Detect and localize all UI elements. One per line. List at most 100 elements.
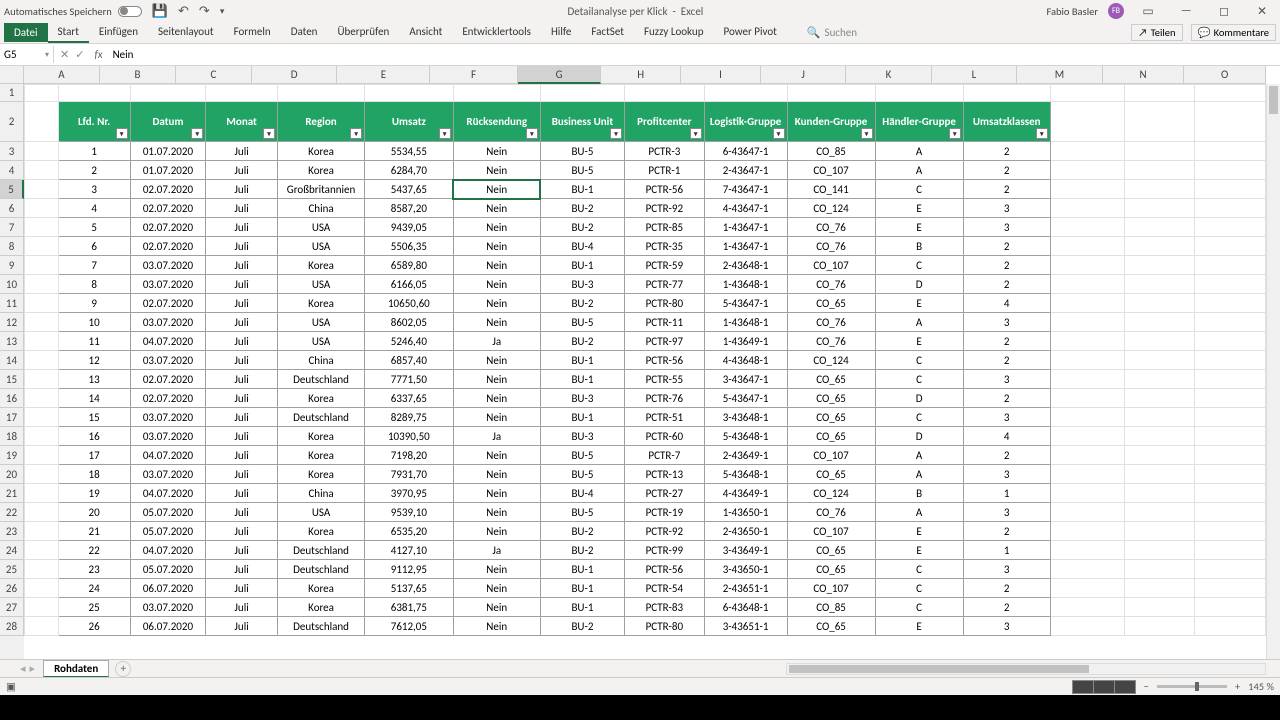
tab-file[interactable]: Datei: [4, 23, 48, 42]
table-cell[interactable]: PCTR-56: [625, 351, 705, 370]
table-cell[interactable]: Juli: [206, 446, 278, 465]
table-cell[interactable]: BU-2: [540, 294, 624, 313]
table-cell[interactable]: 15: [58, 408, 130, 427]
table-cell[interactable]: CO_107: [787, 579, 875, 598]
table-cell[interactable]: CO_65: [787, 541, 875, 560]
table-cell[interactable]: 23: [58, 560, 130, 579]
table-cell[interactable]: 05.07.2020: [130, 522, 206, 541]
table-cell[interactable]: Juli: [206, 427, 278, 446]
table-cell[interactable]: BU-3: [540, 427, 624, 446]
table-cell[interactable]: Nein: [453, 313, 540, 332]
table-cell[interactable]: CO_65: [787, 370, 875, 389]
name-box[interactable]: G5▾: [0, 46, 54, 63]
table-cell[interactable]: PCTR-99: [625, 541, 705, 560]
table-cell[interactable]: 03.07.2020: [130, 598, 206, 617]
tab-einfügen[interactable]: Einfügen: [89, 22, 148, 43]
table-cell[interactable]: 25: [58, 598, 130, 617]
table-cell[interactable]: 4: [58, 199, 130, 218]
table-cell[interactable]: 3-43648-1: [704, 408, 787, 427]
table-cell[interactable]: PCTR-7: [625, 446, 705, 465]
comments-button[interactable]: 💬Kommentare: [1191, 24, 1276, 41]
table-header[interactable]: Händler-Gruppe▾: [875, 102, 963, 142]
toggle-icon[interactable]: [118, 6, 142, 17]
table-cell[interactable]: BU-2: [540, 617, 624, 636]
horizontal-scrollbar[interactable]: [786, 663, 1266, 675]
table-cell[interactable]: 5534,55: [365, 142, 453, 161]
table-cell[interactable]: E: [875, 522, 963, 541]
search-box[interactable]: 🔍 Suchen: [807, 26, 857, 39]
row-header-19[interactable]: 19: [0, 446, 24, 465]
tab-power pivot[interactable]: Power Pivot: [713, 22, 786, 43]
table-cell[interactable]: Juli: [206, 389, 278, 408]
filter-dropdown-icon[interactable]: ▾: [1036, 128, 1048, 139]
row-header-5[interactable]: 5: [0, 180, 24, 199]
table-cell[interactable]: 9439,05: [365, 218, 453, 237]
table-cell[interactable]: Juli: [206, 275, 278, 294]
row-header-24[interactable]: 24: [0, 541, 24, 560]
row-header-17[interactable]: 17: [0, 408, 24, 427]
table-cell[interactable]: 6-43648-1: [704, 598, 787, 617]
table-cell[interactable]: 2: [58, 161, 130, 180]
table-cell[interactable]: 5437,65: [365, 180, 453, 199]
table-cell[interactable]: BU-3: [540, 275, 624, 294]
table-cell[interactable]: Nein: [453, 617, 540, 636]
table-cell[interactable]: 3-43650-1: [704, 560, 787, 579]
table-cell[interactable]: C: [875, 408, 963, 427]
table-header[interactable]: Kunden-Gruppe▾: [787, 102, 875, 142]
zoom-in-icon[interactable]: +: [1235, 680, 1240, 693]
table-cell[interactable]: CO_65: [787, 617, 875, 636]
table-cell[interactable]: Nein: [453, 256, 540, 275]
table-header[interactable]: Lfd. Nr.▾: [58, 102, 130, 142]
table-cell[interactable]: 03.07.2020: [130, 256, 206, 275]
table-cell[interactable]: Juli: [206, 237, 278, 256]
table-cell[interactable]: 2: [963, 389, 1050, 408]
column-headers[interactable]: ABCDEFGHIJKLMNO: [24, 66, 1266, 84]
table-cell[interactable]: USA: [277, 237, 364, 256]
row-header-3[interactable]: 3: [0, 142, 24, 161]
table-header[interactable]: Datum▾: [130, 102, 206, 142]
select-all-corner[interactable]: [0, 66, 24, 84]
table-cell[interactable]: 02.07.2020: [130, 199, 206, 218]
table-cell[interactable]: 4: [963, 294, 1050, 313]
table-cell[interactable]: 4-43648-1: [704, 351, 787, 370]
table-cell[interactable]: Korea: [277, 465, 364, 484]
table-cell[interactable]: Nein: [453, 161, 540, 180]
table-cell[interactable]: Nein: [453, 560, 540, 579]
row-header-13[interactable]: 13: [0, 332, 24, 351]
row-header-16[interactable]: 16: [0, 389, 24, 408]
table-cell[interactable]: PCTR-92: [625, 522, 705, 541]
tab-seitenlayout[interactable]: Seitenlayout: [148, 22, 224, 43]
table-cell[interactable]: CO_65: [787, 389, 875, 408]
table-cell[interactable]: A: [875, 161, 963, 180]
col-header-J[interactable]: J: [761, 66, 846, 84]
table-cell[interactable]: 13: [58, 370, 130, 389]
redo-icon[interactable]: ↷: [199, 4, 210, 19]
table-cell[interactable]: D: [875, 389, 963, 408]
table-cell[interactable]: 6381,75: [365, 598, 453, 617]
table-cell[interactable]: C: [875, 180, 963, 199]
undo-icon[interactable]: ↶: [178, 4, 189, 19]
table-cell[interactable]: BU-1: [540, 256, 624, 275]
table-cell[interactable]: A: [875, 503, 963, 522]
row-header-6[interactable]: 6: [0, 199, 24, 218]
table-header[interactable]: Business Unit▾: [540, 102, 624, 142]
table-cell[interactable]: 03.07.2020: [130, 275, 206, 294]
table-cell[interactable]: Nein: [453, 465, 540, 484]
row-header-26[interactable]: 26: [0, 579, 24, 598]
table-cell[interactable]: E: [875, 541, 963, 560]
table-cell[interactable]: 6857,40: [365, 351, 453, 370]
col-header-E[interactable]: E: [337, 66, 430, 84]
table-cell[interactable]: 3: [963, 560, 1050, 579]
table-cell[interactable]: 9539,10: [365, 503, 453, 522]
table-cell[interactable]: 2: [963, 161, 1050, 180]
table-cell[interactable]: 10: [58, 313, 130, 332]
save-icon[interactable]: 💾: [152, 4, 168, 19]
table-cell[interactable]: 18: [58, 465, 130, 484]
col-header-M[interactable]: M: [1017, 66, 1102, 84]
table-cell[interactable]: BU-1: [540, 351, 624, 370]
table-cell[interactable]: 05.07.2020: [130, 503, 206, 522]
table-cell[interactable]: 3-43649-1: [704, 541, 787, 560]
table-cell[interactable]: Juli: [206, 522, 278, 541]
table-cell[interactable]: 2-43651-1: [704, 579, 787, 598]
table-cell[interactable]: 02.07.2020: [130, 237, 206, 256]
